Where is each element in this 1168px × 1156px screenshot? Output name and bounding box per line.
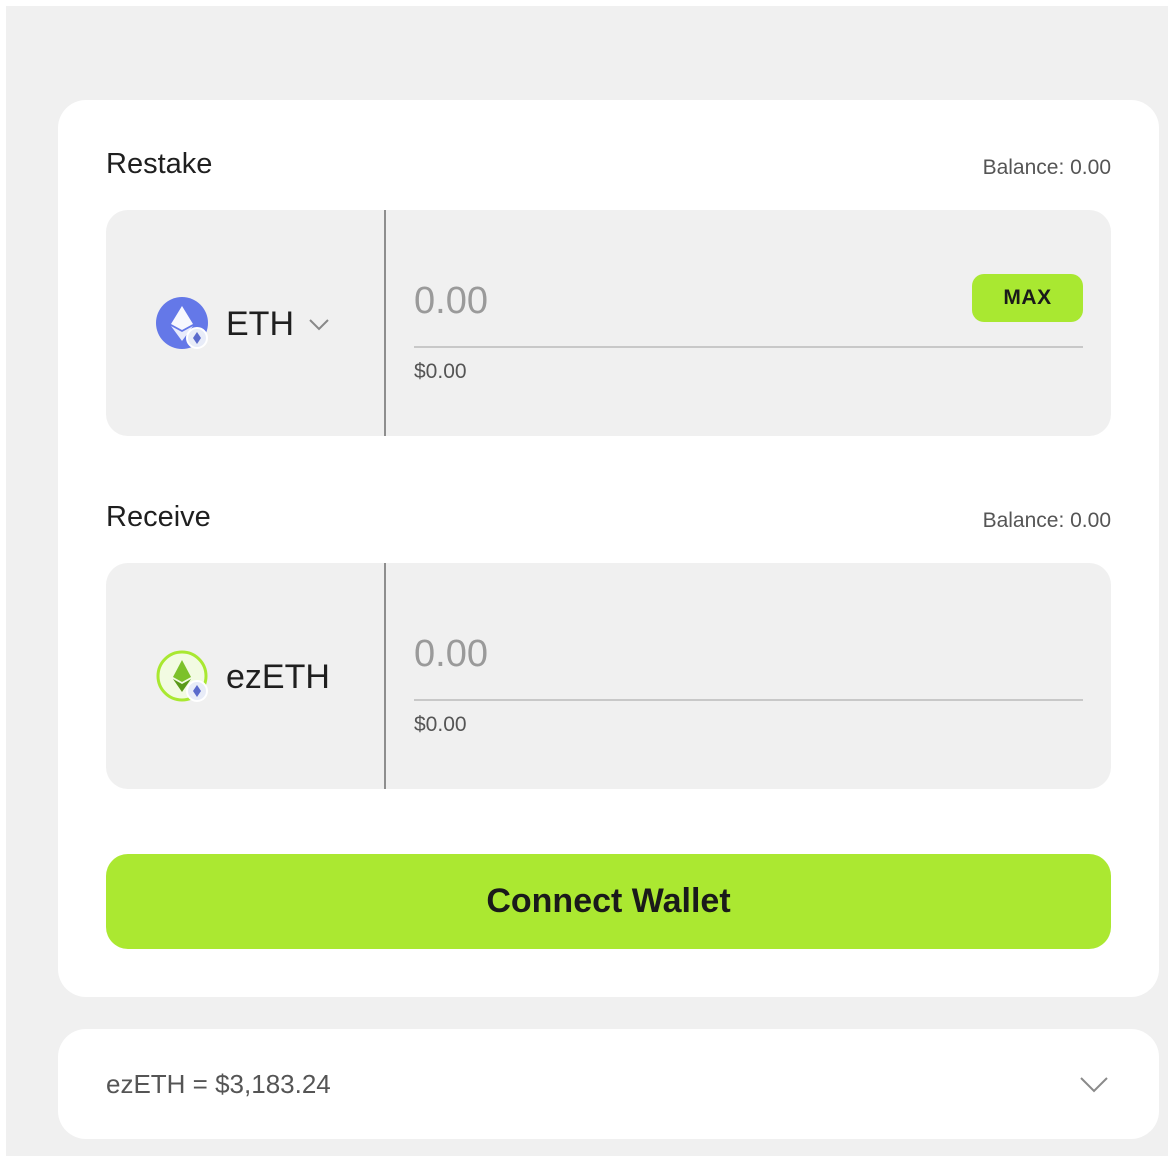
token-name: ETH bbox=[226, 304, 294, 343]
receive-amount: 0.00 bbox=[414, 633, 488, 675]
receive-token: ezETH bbox=[156, 649, 330, 705]
restake-amount-input[interactable]: 0.00 bbox=[414, 280, 488, 323]
chevron-down-icon bbox=[309, 319, 329, 331]
amount-underline bbox=[414, 346, 1083, 348]
receive-balance: Balance: 0.00 bbox=[982, 509, 1111, 532]
chevron-down-icon[interactable] bbox=[1077, 1067, 1111, 1101]
restake-label: Restake bbox=[106, 148, 213, 180]
receive-usd-value: $0.00 bbox=[414, 713, 467, 736]
restake-balance: Balance: 0.00 bbox=[982, 156, 1111, 179]
ezeth-icon bbox=[156, 650, 210, 704]
ethereum-icon bbox=[156, 297, 210, 351]
receive-token-name: ezETH bbox=[226, 657, 330, 696]
connect-wallet-button[interactable]: Connect Wallet bbox=[106, 854, 1111, 949]
page-background: Restake Balance: 0.00 ETH 0.00 $0.00 MAX… bbox=[6, 6, 1168, 1156]
divider bbox=[384, 563, 386, 789]
restake-input-box: ETH 0.00 $0.00 MAX bbox=[106, 210, 1111, 436]
restake-card: Restake Balance: 0.00 ETH 0.00 $0.00 MAX… bbox=[58, 100, 1159, 997]
exchange-rate-panel[interactable]: ezETH = $3,183.24 bbox=[58, 1029, 1159, 1139]
exchange-rate-text: ezETH = $3,183.24 bbox=[106, 1069, 331, 1099]
receive-input-box: ezETH 0.00 $0.00 bbox=[106, 563, 1111, 789]
amount-underline bbox=[414, 699, 1083, 701]
restake-usd-value: $0.00 bbox=[414, 360, 467, 383]
token-selector[interactable]: ETH bbox=[156, 296, 332, 352]
divider bbox=[384, 210, 386, 436]
receive-label: Receive bbox=[106, 501, 211, 533]
max-button[interactable]: MAX bbox=[972, 274, 1083, 322]
